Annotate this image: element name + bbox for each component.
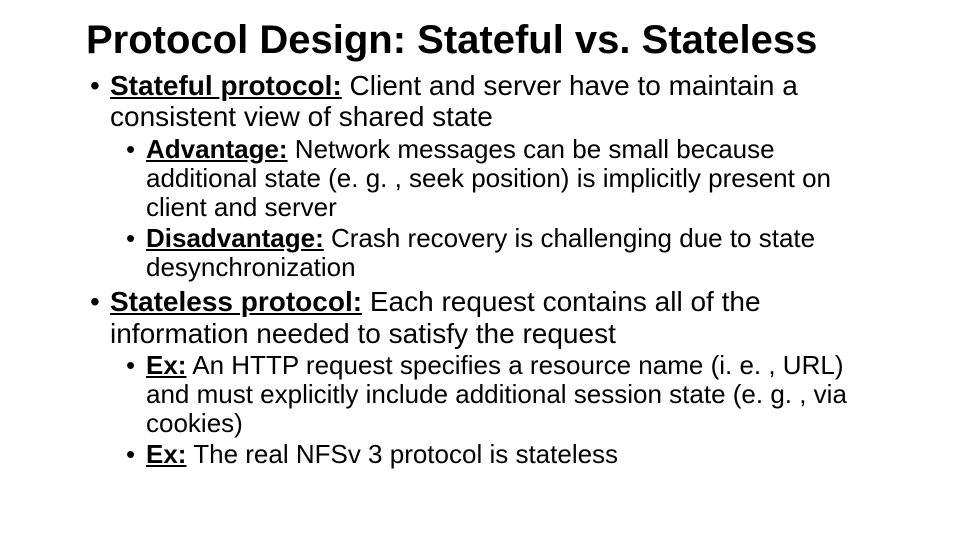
list-item: •Disadvantage: Crash recovery is challen… — [80, 224, 880, 282]
list-item: •Ex: The real NFSv 3 protocol is statele… — [80, 440, 880, 469]
lead-text: Ex: — [146, 350, 186, 380]
bullet-icon: • — [126, 224, 146, 253]
bullet-icon: • — [90, 286, 110, 317]
list-item: •Stateful protocol: Client and server ha… — [80, 70, 880, 133]
slide: Protocol Design: Stateful vs. Stateless … — [0, 0, 960, 540]
lead-text: Ex: — [146, 439, 186, 469]
lead-text: Disadvantage: — [146, 223, 324, 253]
bullet-icon: • — [126, 135, 146, 164]
bullet-icon: • — [126, 351, 146, 380]
bullet-icon: • — [90, 70, 110, 101]
slide-title: Protocol Design: Stateful vs. Stateless — [80, 18, 880, 62]
bullet-list: •Stateful protocol: Client and server ha… — [80, 70, 880, 469]
bullet-icon: • — [126, 440, 146, 469]
rest-text: An HTTP request specifies a resource nam… — [146, 350, 847, 438]
lead-text: Stateless protocol: — [110, 286, 362, 317]
list-item: •Ex: An HTTP request specifies a resourc… — [80, 351, 880, 438]
list-item: •Stateless protocol: Each request contai… — [80, 286, 880, 349]
list-item: •Advantage: Network messages can be smal… — [80, 135, 880, 222]
lead-text: Stateful protocol: — [110, 70, 342, 101]
rest-text: The real NFSv 3 protocol is stateless — [186, 439, 618, 469]
lead-text: Advantage: — [146, 134, 288, 164]
